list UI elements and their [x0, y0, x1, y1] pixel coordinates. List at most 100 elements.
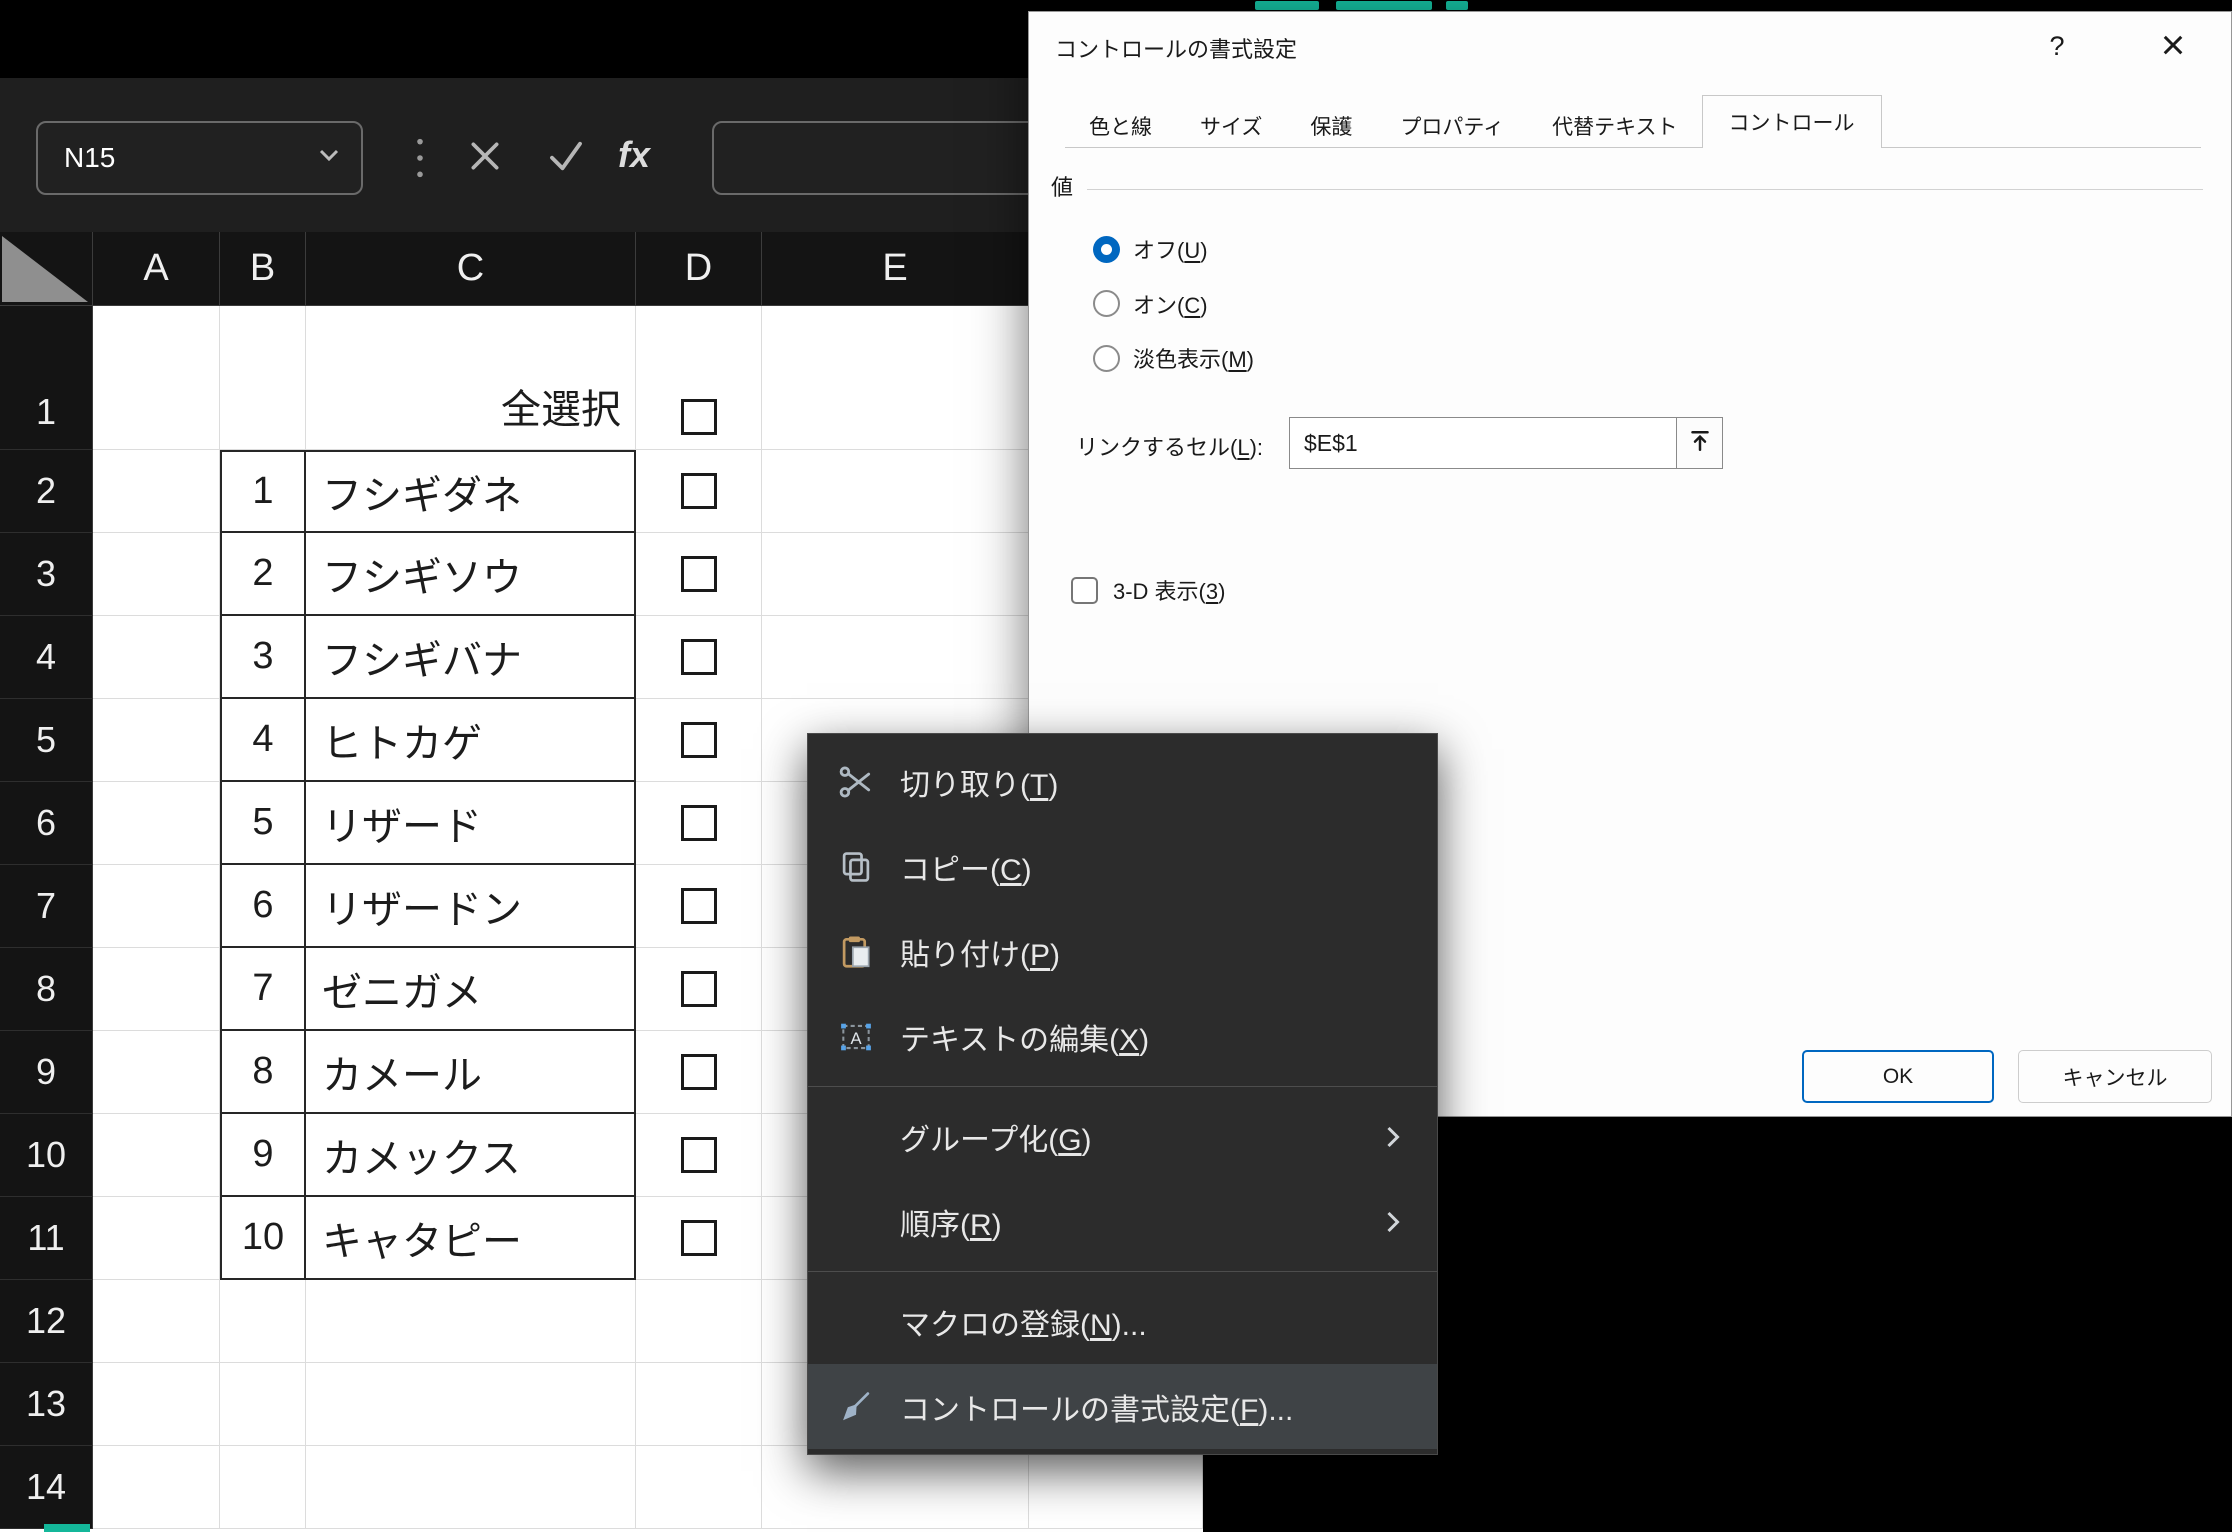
cell-b11[interactable]: 10 — [220, 1197, 306, 1280]
row-header-11[interactable]: 11 — [0, 1197, 93, 1280]
row-header-6[interactable]: 6 — [0, 782, 93, 865]
cell-d11[interactable] — [636, 1197, 762, 1280]
cell-c5[interactable]: ヒトカゲ — [306, 699, 636, 782]
cell-e1[interactable] — [762, 306, 1029, 450]
column-header-c[interactable]: C — [306, 232, 636, 306]
tab-control[interactable]: コントロール — [1702, 95, 1882, 148]
row-header-8[interactable]: 8 — [0, 948, 93, 1031]
tab-colors-lines[interactable]: 色と線 — [1065, 104, 1176, 148]
formula-cancel-button[interactable] — [459, 125, 511, 191]
cell-a5[interactable] — [93, 699, 220, 782]
cell-b10[interactable]: 9 — [220, 1114, 306, 1197]
cell-e2[interactable] — [762, 450, 1029, 533]
cell-b12[interactable] — [220, 1280, 306, 1363]
insert-function-button[interactable]: fx — [618, 134, 650, 176]
cell-c11[interactable]: キャタピー — [306, 1197, 636, 1280]
cell-c13[interactable] — [306, 1363, 636, 1446]
menu-item-format-control[interactable]: コントロールの書式設定(F)... — [808, 1364, 1437, 1449]
form-checkbox-row-3[interactable] — [681, 556, 717, 592]
cell-link-input[interactable] — [1289, 417, 1677, 469]
cell-b14[interactable] — [220, 1446, 306, 1529]
radio-on[interactable]: オン(C) — [1093, 288, 1208, 320]
cell-a7[interactable] — [93, 865, 220, 948]
cell-a10[interactable] — [93, 1114, 220, 1197]
form-checkbox-row-4[interactable] — [681, 639, 717, 675]
cell-d5[interactable] — [636, 699, 762, 782]
cell-a12[interactable] — [93, 1280, 220, 1363]
menu-item-order[interactable]: 順序(R) — [808, 1179, 1437, 1264]
cell-a14[interactable] — [93, 1446, 220, 1529]
cell-d6[interactable] — [636, 782, 762, 865]
cell-d9[interactable] — [636, 1031, 762, 1114]
row-header-10[interactable]: 10 — [0, 1114, 93, 1197]
cell-b13[interactable] — [220, 1363, 306, 1446]
cell-a11[interactable] — [93, 1197, 220, 1280]
cell-b8[interactable]: 7 — [220, 948, 306, 1031]
select-all-corner[interactable] — [0, 232, 93, 306]
cell-d2[interactable] — [636, 450, 762, 533]
cancel-button[interactable]: キャンセル — [2018, 1050, 2212, 1103]
ok-button[interactable]: OK — [1802, 1050, 1994, 1103]
cell-e3[interactable] — [762, 533, 1029, 616]
cell-d7[interactable] — [636, 865, 762, 948]
tab-size[interactable]: サイズ — [1176, 104, 1286, 148]
cell-b5[interactable]: 4 — [220, 699, 306, 782]
column-header-e[interactable]: E — [762, 232, 1029, 306]
form-checkbox-row-8[interactable] — [681, 971, 717, 1007]
cell-c4[interactable]: フシギバナ — [306, 616, 636, 699]
tab-protection[interactable]: 保護 — [1286, 104, 1376, 148]
cell-b1[interactable] — [220, 306, 306, 450]
menu-item-edit-text[interactable]: Aテキストの編集(X) — [808, 994, 1437, 1079]
cell-d13[interactable] — [636, 1363, 762, 1446]
row-header-9[interactable]: 9 — [0, 1031, 93, 1114]
row-header-1[interactable]: 1 — [0, 306, 93, 450]
row-header-3[interactable]: 3 — [0, 533, 93, 616]
row-header-7[interactable]: 7 — [0, 865, 93, 948]
cell-c10[interactable]: カメックス — [306, 1114, 636, 1197]
cell-a6[interactable] — [93, 782, 220, 865]
cell-b3[interactable]: 2 — [220, 533, 306, 616]
row-header-5[interactable]: 5 — [0, 699, 93, 782]
cell-c2[interactable]: フシギダネ — [306, 450, 636, 533]
row-header-14[interactable]: 14 — [0, 1446, 93, 1529]
cell-e4[interactable] — [762, 616, 1029, 699]
form-checkbox-row-5[interactable] — [681, 722, 717, 758]
column-header-d[interactable]: D — [636, 232, 762, 306]
cell-c8[interactable]: ゼニガメ — [306, 948, 636, 1031]
cell-a8[interactable] — [93, 948, 220, 1031]
column-header-a[interactable]: A — [93, 232, 220, 306]
menu-item-group[interactable]: グループ化(G) — [808, 1094, 1437, 1179]
cell-c6[interactable]: リザード — [306, 782, 636, 865]
cell-a2[interactable] — [93, 450, 220, 533]
cell-d1[interactable] — [636, 306, 762, 450]
tab-alt-text[interactable]: 代替テキスト — [1528, 104, 1701, 148]
cell-f14[interactable] — [1029, 1446, 1203, 1529]
dialog-help-button[interactable]: ? — [2029, 22, 2085, 70]
cell-c12[interactable] — [306, 1280, 636, 1363]
cell-c14[interactable] — [306, 1446, 636, 1529]
row-header-12[interactable]: 12 — [0, 1280, 93, 1363]
cell-d4[interactable] — [636, 616, 762, 699]
form-checkbox-row-11[interactable] — [681, 1220, 717, 1256]
formula-enter-button[interactable] — [540, 125, 592, 191]
cell-b9[interactable]: 8 — [220, 1031, 306, 1114]
cell-b6[interactable]: 5 — [220, 782, 306, 865]
cell-c7[interactable]: リザードン — [306, 865, 636, 948]
dialog-close-button[interactable]: × — [2143, 18, 2203, 72]
cell-d12[interactable] — [636, 1280, 762, 1363]
cell-c1[interactable]: 全選択 — [306, 306, 636, 450]
row-header-4[interactable]: 4 — [0, 616, 93, 699]
cell-a4[interactable] — [93, 616, 220, 699]
menu-item-paste[interactable]: 貼り付け(P) — [808, 909, 1437, 994]
cell-a13[interactable] — [93, 1363, 220, 1446]
menu-item-copy[interactable]: コピー(C) — [808, 824, 1437, 909]
name-box[interactable]: N15 — [36, 121, 363, 195]
form-checkbox-row-1[interactable] — [681, 399, 717, 435]
tab-properties[interactable]: プロパティ — [1376, 104, 1528, 148]
cell-e14[interactable] — [762, 1446, 1029, 1529]
menu-item-assign-macro[interactable]: マクロの登録(N)... — [808, 1279, 1437, 1364]
form-checkbox-row-10[interactable] — [681, 1137, 717, 1173]
row-header-13[interactable]: 13 — [0, 1363, 93, 1446]
cell-d8[interactable] — [636, 948, 762, 1031]
cell-b2[interactable]: 1 — [220, 450, 306, 533]
